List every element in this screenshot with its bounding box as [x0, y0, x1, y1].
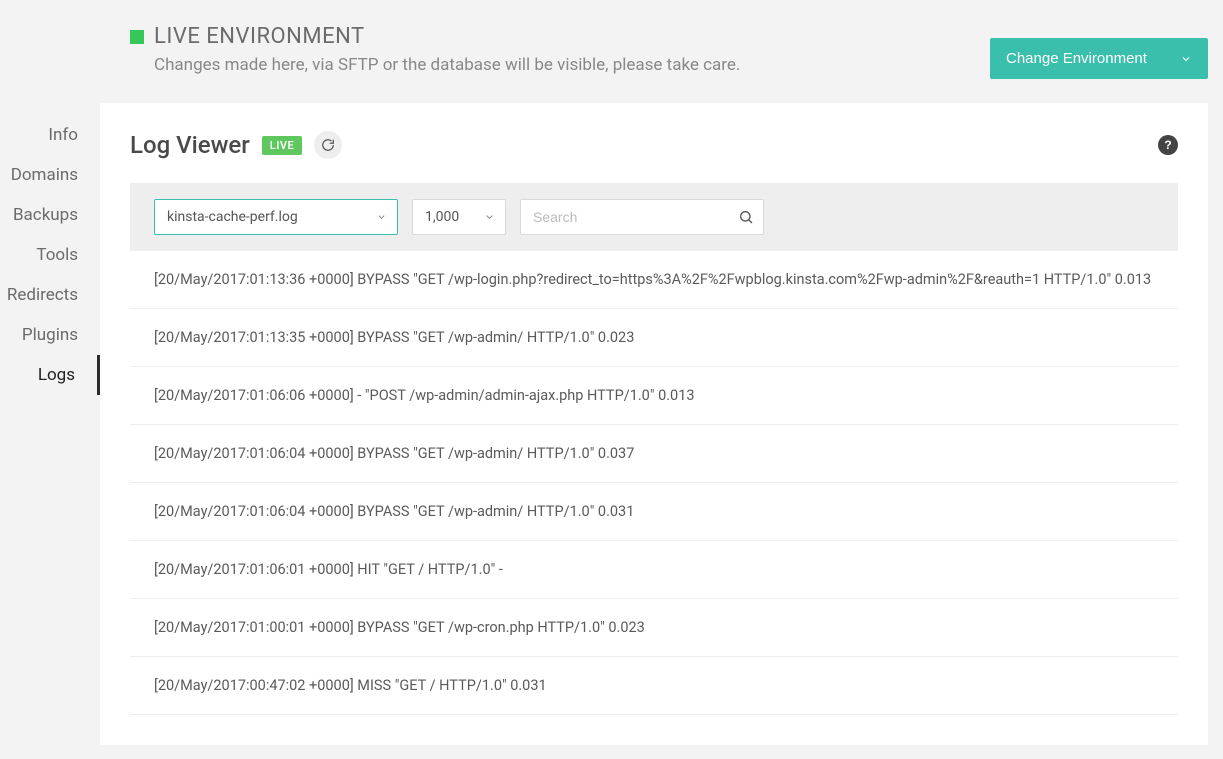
- live-badge: LIVE: [262, 136, 302, 155]
- log-file-select-value: kinsta-cache-perf.log: [167, 209, 298, 225]
- live-indicator-icon: [130, 30, 144, 44]
- log-entry-text: [20/May/2017:01:06:04 +0000] BYPASS "GET…: [154, 503, 634, 520]
- environment-header: LIVE ENVIRONMENT Changes made here, via …: [0, 0, 1223, 103]
- log-entry: [20/May/2017:00:47:02 +0000] MISS "GET /…: [130, 657, 1178, 715]
- log-entry: [20/May/2017:01:06:04 +0000] BYPASS "GET…: [130, 425, 1178, 483]
- log-filter-bar: kinsta-cache-perf.log 1,000: [130, 183, 1178, 251]
- refresh-icon: [321, 138, 335, 152]
- log-entry: [20/May/2017:01:06:04 +0000] BYPASS "GET…: [130, 483, 1178, 541]
- sidebar-item-backups[interactable]: Backups: [0, 195, 100, 235]
- log-entry-text: [20/May/2017:00:47:02 +0000] MISS "GET /…: [154, 677, 547, 694]
- environment-title: LIVE ENVIRONMENT: [154, 24, 365, 49]
- environment-title-block: LIVE ENVIRONMENT Changes made here, via …: [130, 24, 740, 75]
- search-wrap: [520, 199, 764, 235]
- sidebar-item-redirects[interactable]: Redirects: [0, 275, 100, 315]
- sidebar: Info Domains Backups Tools Redirects Plu…: [0, 103, 100, 745]
- log-entry: [20/May/2017:01:13:36 +0000] BYPASS "GET…: [130, 251, 1178, 309]
- sidebar-item-info[interactable]: Info: [0, 115, 100, 155]
- chevron-down-icon: [376, 212, 387, 223]
- sidebar-item-label: Redirects: [7, 285, 78, 305]
- log-entry-text: [20/May/2017:01:06:01 +0000] HIT "GET / …: [154, 561, 503, 578]
- sidebar-item-label: Backups: [13, 205, 78, 225]
- log-entry-text: [20/May/2017:01:13:36 +0000] BYPASS "GET…: [154, 271, 1151, 288]
- log-entry: [20/May/2017:01:00:01 +0000] BYPASS "GET…: [130, 599, 1178, 657]
- log-list: [20/May/2017:01:13:36 +0000] BYPASS "GET…: [130, 251, 1178, 715]
- log-entry: [20/May/2017:01:13:35 +0000] BYPASS "GET…: [130, 309, 1178, 367]
- log-viewer-panel: Log Viewer LIVE ? kinsta-cache-perf.log …: [100, 103, 1208, 745]
- search-icon: [738, 209, 754, 225]
- log-entry: [20/May/2017:01:06:06 +0000] - "POST /wp…: [130, 367, 1178, 425]
- sidebar-item-label: Domains: [11, 165, 78, 185]
- sidebar-item-plugins[interactable]: Plugins: [0, 315, 100, 355]
- sidebar-item-tools[interactable]: Tools: [0, 235, 100, 275]
- sidebar-item-label: Tools: [36, 245, 78, 265]
- log-entry-text: [20/May/2017:01:13:35 +0000] BYPASS "GET…: [154, 329, 634, 346]
- change-environment-button[interactable]: Change Environment: [990, 38, 1208, 79]
- help-button[interactable]: ?: [1158, 135, 1178, 155]
- sidebar-item-label: Plugins: [22, 325, 78, 345]
- log-entry-text: [20/May/2017:01:00:01 +0000] BYPASS "GET…: [154, 619, 645, 636]
- log-count-select-value: 1,000: [425, 209, 459, 225]
- log-entry-text: [20/May/2017:01:06:06 +0000] - "POST /wp…: [154, 387, 695, 404]
- sidebar-item-logs[interactable]: Logs: [0, 355, 100, 395]
- chevron-down-icon: [484, 212, 495, 223]
- log-entry: [20/May/2017:01:06:01 +0000] HIT "GET / …: [130, 541, 1178, 599]
- environment-subtitle: Changes made here, via SFTP or the datab…: [154, 55, 740, 75]
- chevron-down-icon: [1180, 53, 1192, 65]
- sidebar-item-label: Logs: [38, 365, 75, 385]
- sidebar-item-label: Info: [48, 125, 78, 145]
- page-title: Log Viewer: [130, 131, 250, 159]
- help-icon: ?: [1164, 138, 1171, 152]
- log-entry-text: [20/May/2017:01:06:04 +0000] BYPASS "GET…: [154, 445, 634, 462]
- log-file-select[interactable]: kinsta-cache-perf.log: [154, 199, 398, 235]
- log-count-select[interactable]: 1,000: [412, 199, 506, 235]
- search-input[interactable]: [520, 199, 764, 235]
- sidebar-item-domains[interactable]: Domains: [0, 155, 100, 195]
- change-environment-label: Change Environment: [1006, 50, 1147, 67]
- refresh-button[interactable]: [314, 131, 342, 159]
